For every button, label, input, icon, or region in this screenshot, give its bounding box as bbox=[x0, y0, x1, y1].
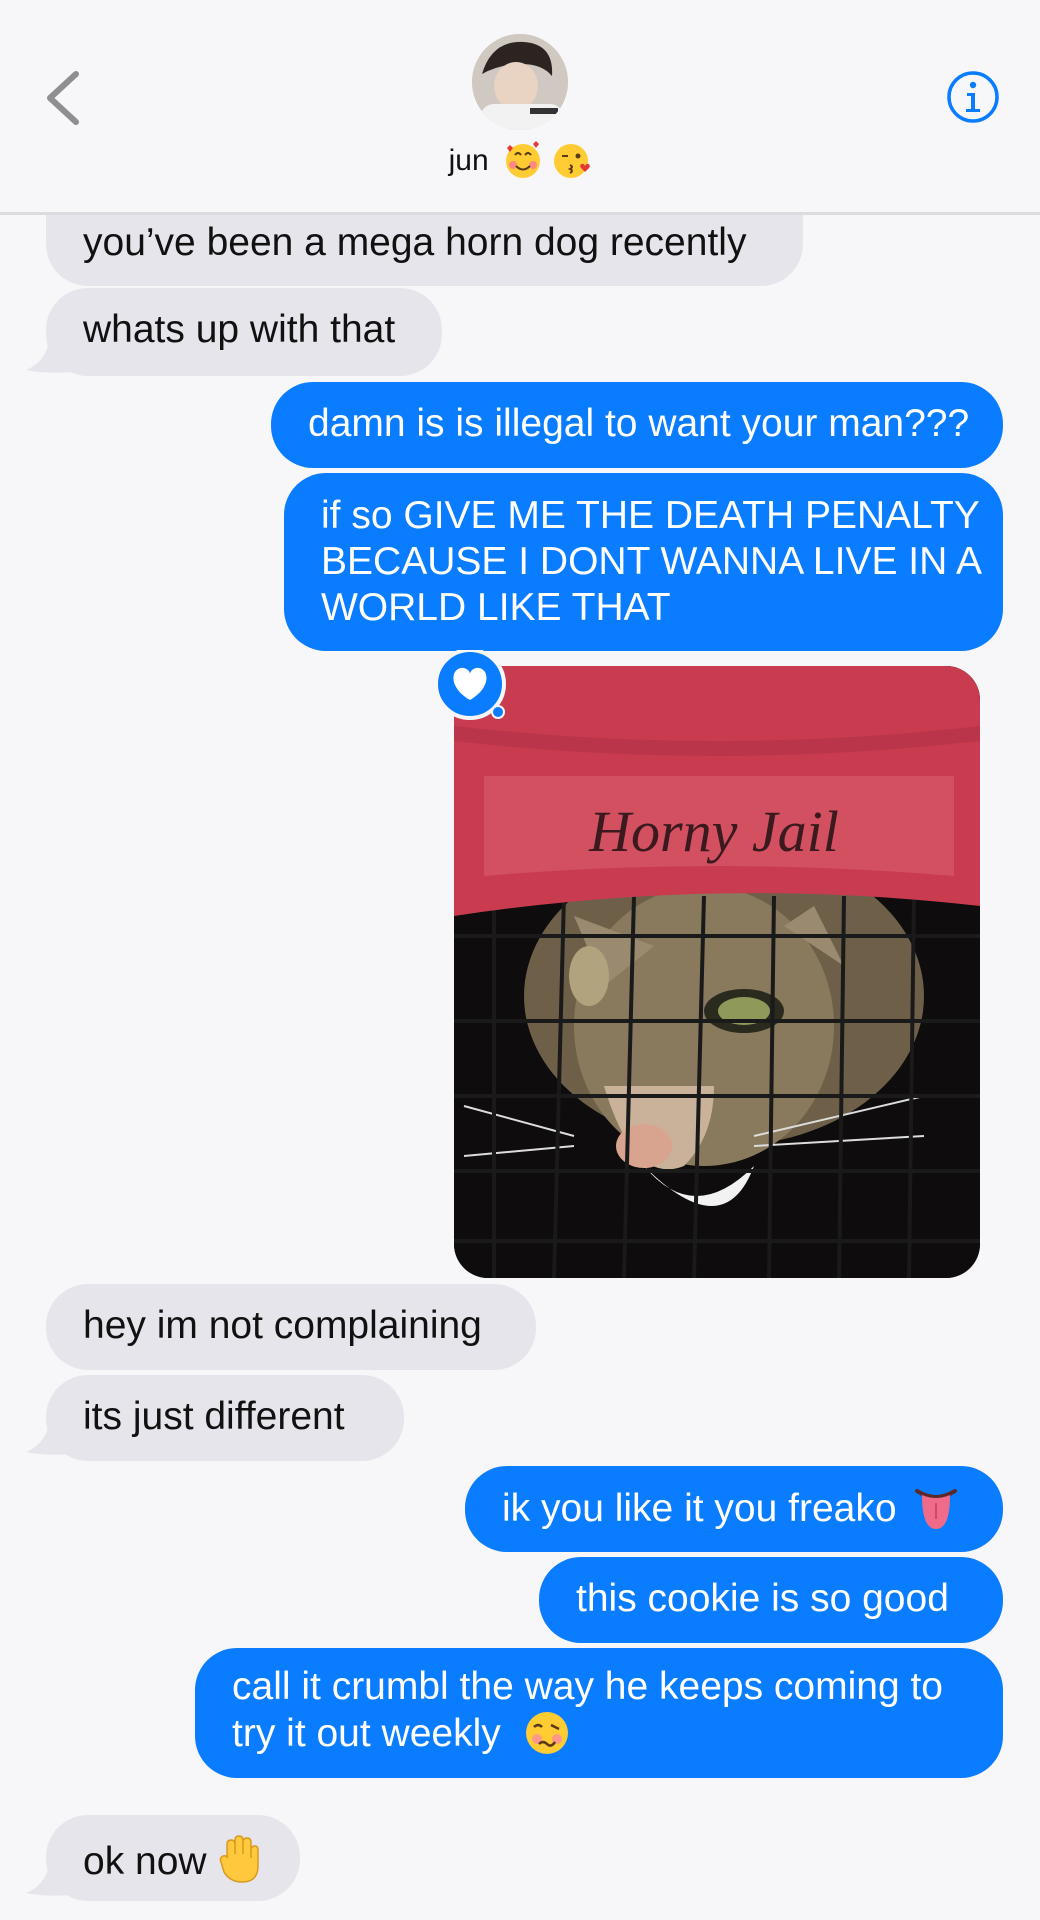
outgoing-message[interactable]: if so GIVE ME THE DEATH PENALTY BECAUSE … bbox=[284, 473, 1003, 651]
message-line: if so GIVE ME THE DEATH PENALTY bbox=[321, 494, 980, 537]
info-icon[interactable] bbox=[946, 70, 1000, 124]
incoming-message[interactable]: hey im not complaining bbox=[46, 1284, 536, 1370]
back-chevron-icon[interactable] bbox=[42, 70, 88, 126]
message-text: hey im not complaining bbox=[83, 1304, 482, 1347]
message-text: ok now bbox=[83, 1840, 207, 1883]
conversation-header: jun bbox=[0, 0, 1040, 215]
message-text: its just different bbox=[83, 1395, 345, 1438]
message-line: try it out weekly bbox=[232, 1712, 501, 1755]
outgoing-message[interactable]: ik you like it you freako bbox=[465, 1466, 1003, 1552]
face-blowing-kiss-icon bbox=[554, 144, 591, 178]
incoming-message[interactable]: its just different bbox=[46, 1375, 404, 1461]
avatar-photo bbox=[472, 34, 568, 130]
contact-name-row[interactable]: jun bbox=[0, 140, 1040, 181]
outgoing-message[interactable]: this cookie is so good bbox=[539, 1557, 1003, 1643]
message-text: damn is is illegal to want your man??? bbox=[308, 402, 970, 445]
contact-avatar[interactable] bbox=[472, 34, 568, 130]
tongue-icon bbox=[915, 1489, 958, 1529]
raised-hand-icon bbox=[220, 1835, 260, 1883]
woozy-face-icon bbox=[525, 1712, 568, 1754]
message-text: this cookie is so good bbox=[576, 1577, 949, 1620]
message-line: WORLD LIKE THAT bbox=[321, 586, 671, 629]
incoming-message[interactable]: ok now bbox=[46, 1815, 300, 1901]
message-text: whats up with that bbox=[83, 308, 396, 351]
heart-reaction-icon[interactable] bbox=[432, 650, 512, 722]
incoming-message[interactable]: whats up with that bbox=[46, 288, 442, 376]
horny-jail-cat-photo: Horny Jail bbox=[454, 666, 980, 1278]
outgoing-message[interactable]: damn is is illegal to want your man??? bbox=[271, 382, 1003, 468]
photo-caption: Horny Jail bbox=[588, 799, 839, 864]
message-line: BECAUSE I DONT WANNA LIVE IN A bbox=[321, 540, 983, 583]
message-line-with-emoji: try it out weekly bbox=[232, 1710, 966, 1757]
message-text: ik you like it you freako bbox=[502, 1487, 897, 1530]
image-attachment[interactable]: Horny Jail bbox=[454, 666, 980, 1278]
contact-name: jun bbox=[448, 144, 489, 177]
outgoing-message[interactable]: call it crumbl the way he keeps coming t… bbox=[195, 1648, 1003, 1778]
message-line: call it crumbl the way he keeps coming t… bbox=[232, 1665, 943, 1708]
smiling-face-with-hearts-icon bbox=[506, 141, 541, 178]
message-text: you’ve been a mega horn dog recently bbox=[83, 221, 747, 264]
